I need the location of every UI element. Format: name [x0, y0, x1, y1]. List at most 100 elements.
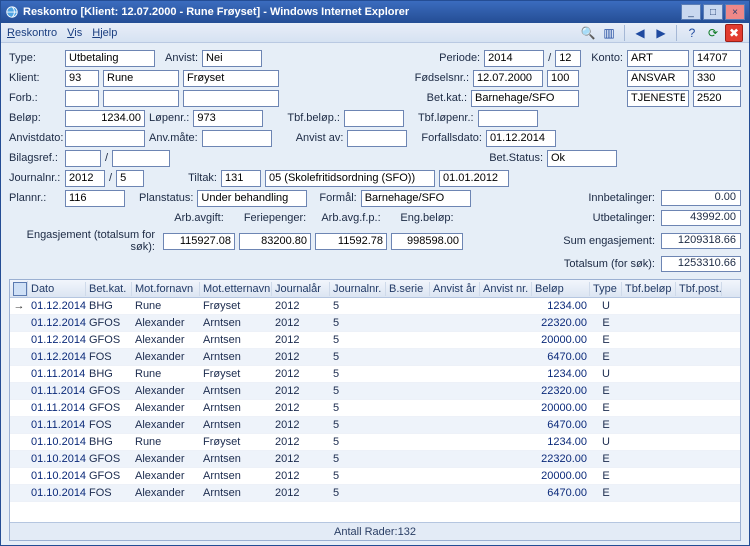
table-row[interactable]: 01.10.2014GFOSAlexanderArntsen2012522320…: [10, 451, 740, 468]
konto-art-value[interactable]: [693, 50, 741, 67]
table-row[interactable]: 01.11.2014GFOSAlexanderArntsen2012522320…: [10, 383, 740, 400]
anvist-field[interactable]: [202, 50, 262, 67]
forfallsdato-field[interactable]: [486, 130, 556, 147]
binoculars-icon[interactable]: 🔍: [579, 24, 597, 42]
table-row[interactable]: 01.11.2014BHGRuneFrøyset201251234.00U: [10, 366, 740, 383]
forb-field[interactable]: [65, 90, 99, 107]
cell-dato: 01.10.2014: [28, 487, 86, 499]
forb-en-field[interactable]: [183, 90, 279, 107]
tbfbelop-field[interactable]: [344, 110, 404, 127]
col-bserie[interactable]: B.serie: [386, 282, 430, 296]
konto-ansvar-label[interactable]: [627, 70, 689, 87]
belop-field[interactable]: [65, 110, 145, 127]
cell-dato: 01.10.2014: [28, 453, 86, 465]
col-motfornavn[interactable]: Mot.fornavn: [132, 282, 200, 296]
tbflopenr-field[interactable]: [478, 110, 538, 127]
cell-betkat: GFOS: [86, 385, 132, 397]
col-anvistar[interactable]: Anvist år: [430, 282, 480, 296]
arbavgfp-field[interactable]: [315, 233, 387, 250]
klient-fn-field[interactable]: [103, 70, 179, 87]
minimize-button[interactable]: _: [681, 4, 701, 20]
menu-hjelp[interactable]: Hjelp: [92, 27, 117, 39]
cell-belop: 6470.00: [532, 419, 590, 431]
cell-betkat: FOS: [86, 351, 132, 363]
engasjement-total-field[interactable]: [163, 233, 235, 250]
label-periode: Periode:: [439, 52, 480, 64]
journalnr-num-field[interactable]: [116, 170, 144, 187]
betkat-field[interactable]: [471, 90, 579, 107]
close-button[interactable]: ×: [725, 4, 745, 20]
col-tbfbelop[interactable]: Tbf.beløp: [622, 282, 676, 296]
type-field[interactable]: [65, 50, 155, 67]
cell-journalnr: 5: [330, 453, 386, 465]
plannr-field[interactable]: [65, 190, 125, 207]
col-tbfpost[interactable]: Tbf.post.: [676, 282, 722, 296]
col-betkat[interactable]: Bet.kat.: [86, 282, 132, 296]
cell-fornavn: Alexander: [132, 334, 200, 346]
row-pointer-icon: →: [10, 300, 28, 312]
forb-fn-field[interactable]: [103, 90, 179, 107]
fodselsnr-num-field[interactable]: [547, 70, 579, 87]
exit-icon[interactable]: ✖: [725, 24, 743, 42]
table-row[interactable]: 01.10.2014GFOSAlexanderArntsen2012520000…: [10, 468, 740, 485]
label-arbavgfp: Arb.avg.f.p.:: [315, 212, 387, 224]
prev-icon[interactable]: ◀: [631, 24, 649, 42]
bilagsref1-field[interactable]: [65, 150, 101, 167]
col-type[interactable]: Type: [590, 282, 622, 296]
col-anvistnr[interactable]: Anvist nr.: [480, 282, 532, 296]
cell-etternavn: Arntsen: [200, 419, 272, 431]
cell-belop: 22320.00: [532, 453, 590, 465]
klient-en-field[interactable]: [183, 70, 279, 87]
cell-dato: 01.11.2014: [28, 419, 86, 431]
konto-tjeneste-value[interactable]: [693, 90, 741, 107]
maximize-button[interactable]: □: [703, 4, 723, 20]
table-row[interactable]: 01.10.2014BHGRuneFrøyset201251234.00U: [10, 434, 740, 451]
table-row[interactable]: →01.12.2014BHGRuneFrøyset201251234.00U: [10, 298, 740, 315]
bilagsref2-field[interactable]: [112, 150, 170, 167]
fodselsnr-date-field[interactable]: [473, 70, 543, 87]
cell-fornavn: Alexander: [132, 351, 200, 363]
table-row[interactable]: 01.12.2014FOSAlexanderArntsen201256470.0…: [10, 349, 740, 366]
table-row[interactable]: 01.12.2014GFOSAlexanderArntsen2012520000…: [10, 332, 740, 349]
grid-body[interactable]: →01.12.2014BHGRuneFrøyset201251234.00U01…: [10, 298, 740, 522]
grid-corner-icon[interactable]: [13, 282, 27, 296]
next-icon[interactable]: ▶: [652, 24, 670, 42]
label-tbfbelop: Tbf.beløp.:: [287, 112, 340, 124]
periode-month-field[interactable]: [555, 50, 581, 67]
tiltak-date-field[interactable]: [439, 170, 509, 187]
table-row[interactable]: 01.11.2014FOSAlexanderArntsen201256470.0…: [10, 417, 740, 434]
planstatus-field[interactable]: [197, 190, 307, 207]
feriepenger-field[interactable]: [239, 233, 311, 250]
cell-belop: 1234.00: [532, 368, 590, 380]
anvmate-field[interactable]: [202, 130, 272, 147]
help-icon[interactable]: ?: [683, 24, 701, 42]
periode-year-field[interactable]: [484, 50, 544, 67]
menu-reskontro[interactable]: Reskontro: [7, 27, 57, 39]
col-journalnr[interactable]: Journalnr.: [330, 282, 386, 296]
table-row[interactable]: 01.11.2014GFOSAlexanderArntsen2012520000…: [10, 400, 740, 417]
tiltak-text-field[interactable]: [265, 170, 435, 187]
konto-art-label[interactable]: [627, 50, 689, 67]
col-journalar[interactable]: Journalår: [272, 282, 330, 296]
konto-tjeneste-label[interactable]: [627, 90, 689, 107]
col-dato[interactable]: Dato: [28, 282, 86, 296]
journalnr-year-field[interactable]: [65, 170, 105, 187]
konto-ansvar-value[interactable]: [693, 70, 741, 87]
formal-field[interactable]: [361, 190, 471, 207]
col-belop[interactable]: Beløp: [532, 282, 590, 296]
filter-icon[interactable]: ▥: [600, 24, 618, 42]
col-motetternavn[interactable]: Mot.etternavn: [200, 282, 272, 296]
lopenr-field[interactable]: [193, 110, 263, 127]
table-row[interactable]: 01.12.2014GFOSAlexanderArntsen2012522320…: [10, 315, 740, 332]
betstatus-field[interactable]: [547, 150, 617, 167]
cell-type: E: [590, 419, 622, 431]
cell-betkat: FOS: [86, 487, 132, 499]
anvistav-field[interactable]: [347, 130, 407, 147]
refresh-icon[interactable]: ⟳: [704, 24, 722, 42]
klient-id-field[interactable]: [65, 70, 99, 87]
table-row[interactable]: 01.10.2014FOSAlexanderArntsen201256470.0…: [10, 485, 740, 502]
anvistdato-field[interactable]: [65, 130, 145, 147]
engbelop-field[interactable]: [391, 233, 463, 250]
tiltak-num-field[interactable]: [221, 170, 261, 187]
menu-vis[interactable]: Vis: [67, 27, 82, 39]
